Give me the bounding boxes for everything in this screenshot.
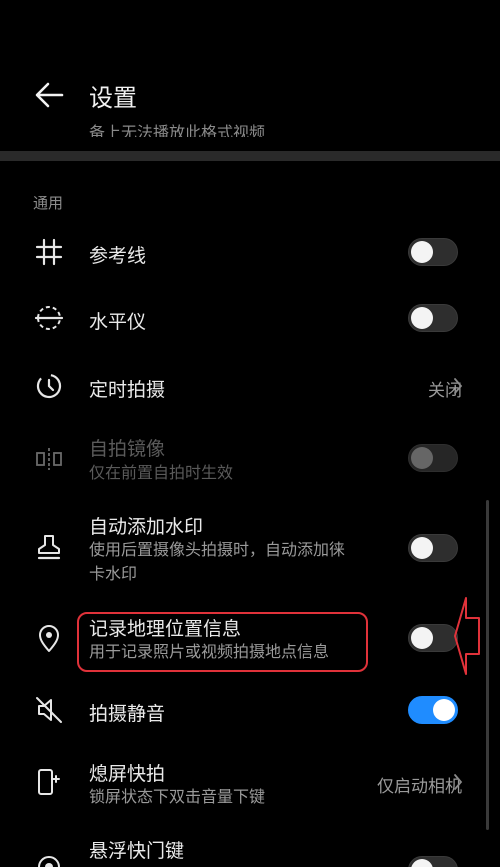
setting-description: 锁屏状态下双击音量下键 <box>89 787 266 806</box>
watermark-toggle[interactable] <box>408 534 458 562</box>
level-icon <box>34 306 64 330</box>
setting-label: 参考线 <box>89 245 147 267</box>
setting-level[interactable]: 水平仪 <box>0 290 500 345</box>
setting-selfie-mirror[interactable]: 自拍镜像 仅在前置自拍时生效 <box>0 430 500 490</box>
back-arrow-icon[interactable] <box>30 76 70 116</box>
chevron-right-icon <box>454 378 463 394</box>
quick-snap-value: 仅启动相机 <box>377 777 462 797</box>
header: 设置 备上无法播放此格式视频 <box>0 0 500 150</box>
setting-label: 拍摄静音 <box>89 703 166 725</box>
setting-reference-lines[interactable]: 参考线 <box>0 225 500 280</box>
location-pin-icon <box>39 625 59 652</box>
mute-icon <box>36 697 62 723</box>
chevron-right-icon <box>454 774 463 790</box>
setting-floating-shutter[interactable]: 悬浮快门键 <box>0 834 500 867</box>
section-divider <box>0 151 500 161</box>
setting-location[interactable]: 记录地理位置信息 用于记录照片或视频拍摄地点信息 <box>0 612 500 672</box>
reference-lines-toggle[interactable] <box>408 238 458 266</box>
mirror-icon <box>36 448 62 470</box>
setting-description: 仅在前置自拍时生效 <box>89 463 234 482</box>
mute-toggle[interactable] <box>408 696 458 724</box>
setting-watermark[interactable]: 自动添加水印 使用后置摄像头拍摄时，自动添加徕 卡水印 <box>0 510 500 590</box>
timer-icon <box>36 373 62 399</box>
floating-shutter-icon <box>38 856 60 867</box>
selfie-mirror-toggle[interactable] <box>408 444 458 472</box>
setting-description-line1: 使用后置摄像头拍摄时，自动添加徕 <box>89 540 346 559</box>
setting-label: 记录地理位置信息 <box>89 618 242 640</box>
clipped-text: 备上无法播放此格式视频 <box>89 123 266 137</box>
setting-description: 用于记录照片或视频拍摄地点信息 <box>89 642 330 661</box>
setting-label: 悬浮快门键 <box>89 840 185 862</box>
setting-label: 定时拍摄 <box>89 379 166 401</box>
floating-shutter-toggle[interactable] <box>408 856 458 867</box>
scrollbar[interactable] <box>486 500 489 830</box>
setting-quick-snap[interactable]: 熄屏快拍 锁屏状态下双击音量下键 仅启动相机 <box>0 755 500 815</box>
page-title: 设置 <box>89 84 137 112</box>
setting-timer[interactable]: 定时拍摄 关闭 <box>0 358 500 413</box>
level-toggle[interactable] <box>408 304 458 332</box>
setting-description-line2: 卡水印 <box>89 564 138 583</box>
grid-icon <box>35 238 63 266</box>
phone-volume-icon <box>38 769 60 795</box>
setting-mute[interactable]: 拍摄静音 <box>0 684 500 739</box>
section-title-general: 通用 <box>33 194 64 212</box>
setting-label: 熄屏快拍 <box>89 763 166 785</box>
stamp-icon <box>37 535 61 560</box>
setting-label: 自动添加水印 <box>89 516 204 538</box>
setting-label: 自拍镜像 <box>89 438 166 460</box>
location-toggle[interactable] <box>408 624 458 652</box>
setting-label: 水平仪 <box>89 311 147 333</box>
